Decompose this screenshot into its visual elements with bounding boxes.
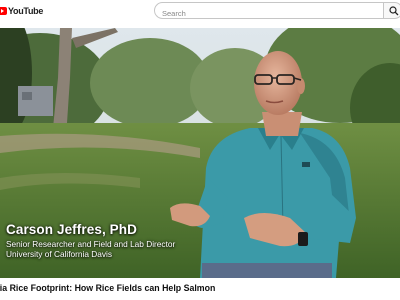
search-box xyxy=(154,2,383,21)
video-title: rnia Rice Footprint: How Rice Fields can… xyxy=(0,283,216,293)
speaker-role: Senior Researcher and Field and Lab Dire… xyxy=(6,239,176,249)
speaker-name: Carson Jeffres, PhD xyxy=(6,222,137,237)
top-bar: YouTube xyxy=(0,0,400,22)
youtube-play-icon xyxy=(0,7,7,15)
lower-third: Carson Jeffres, PhD Senior Researcher an… xyxy=(6,222,175,259)
search-icon xyxy=(389,6,399,16)
search-button[interactable] xyxy=(383,2,400,19)
search-input[interactable] xyxy=(155,6,383,21)
logo-text: YouTube xyxy=(8,6,44,16)
youtube-logo[interactable]: YouTube xyxy=(0,5,43,17)
speaker-organization: University of California Davis xyxy=(6,249,113,259)
video-player[interactable]: Carson Jeffres, PhD Senior Researcher an… xyxy=(0,28,400,278)
